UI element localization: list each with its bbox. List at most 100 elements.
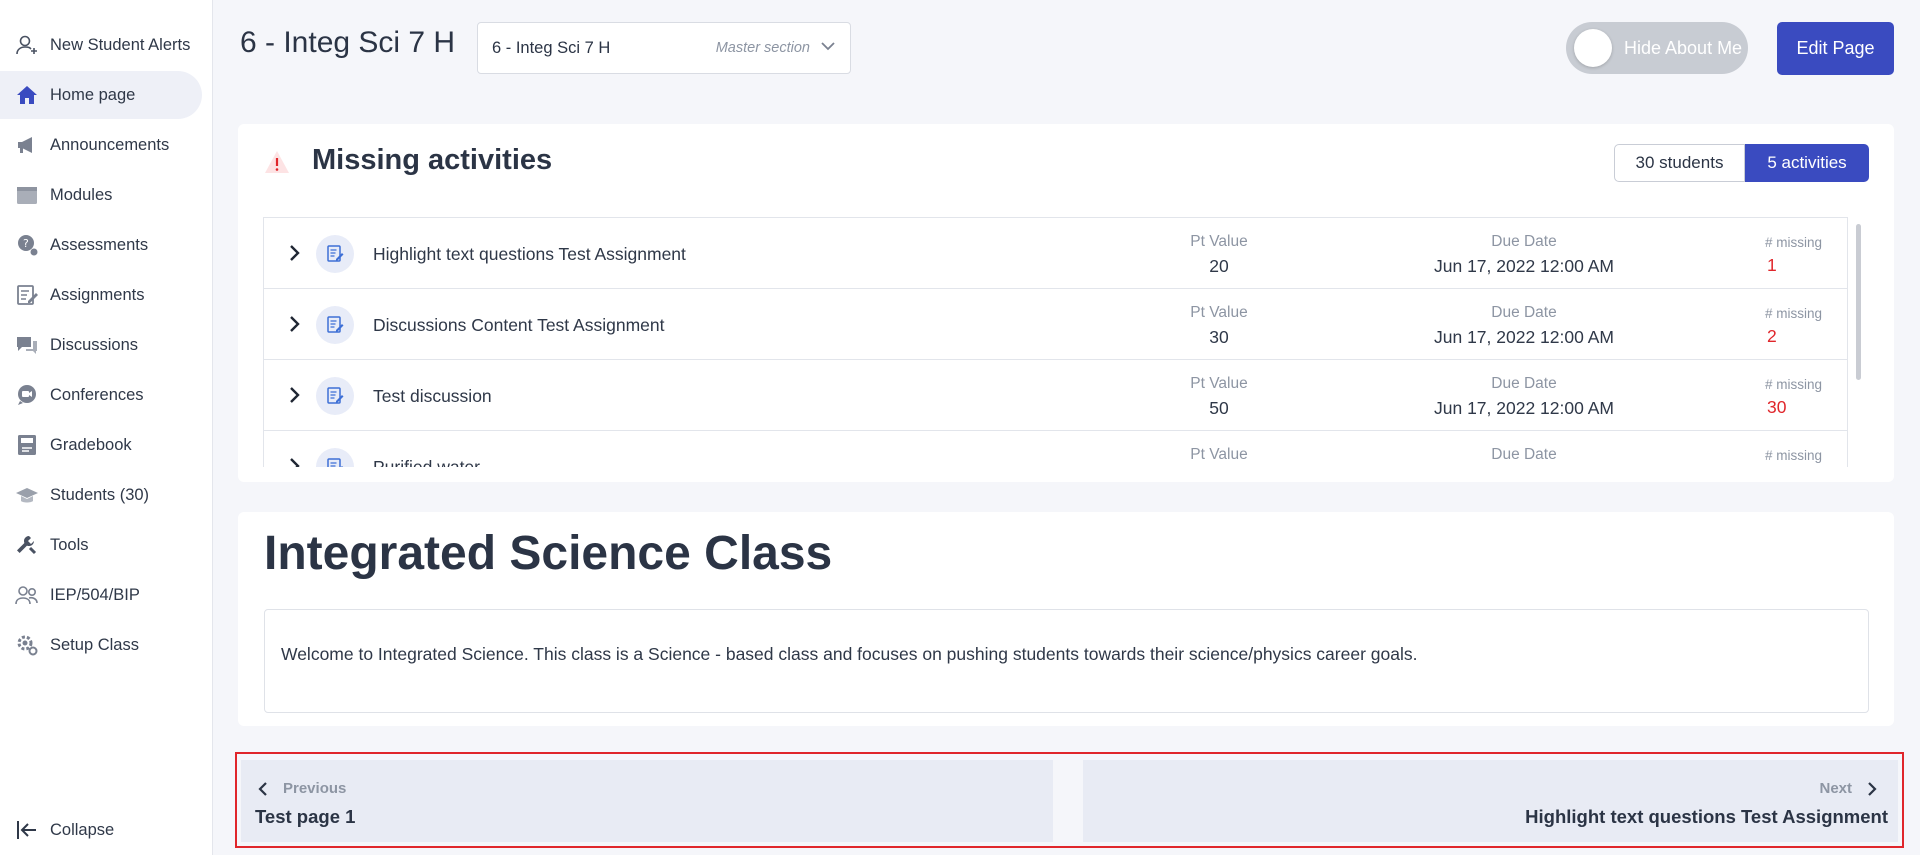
missing-count: 1	[1767, 255, 1777, 275]
edit-page-button[interactable]: Edit Page	[1777, 22, 1894, 75]
missing-count-label: # missing	[1765, 306, 1823, 321]
next-label: Next	[1819, 780, 1852, 797]
chevron-right-icon[interactable]	[284, 313, 306, 335]
pt-value-label: Pt Value	[1190, 304, 1248, 321]
due-date: Jun 17, 2022 12:00 AM	[1434, 398, 1614, 418]
chevron-right-icon[interactable]	[284, 242, 306, 264]
table-scrollbar[interactable]	[1856, 224, 1861, 380]
class-title: Integrated Science Class	[264, 527, 833, 580]
sidebar-item-announcements[interactable]: Announcements	[0, 121, 202, 169]
sidebar-item-label: Conferences	[50, 385, 144, 404]
chevron-down-icon	[820, 38, 836, 59]
chevron-right-icon[interactable]	[284, 384, 306, 406]
toggle-knob	[1574, 29, 1612, 67]
pt-value-label: Pt Value	[1190, 446, 1248, 463]
chevron-left-icon	[255, 780, 271, 803]
section-select-value: 6 - Integ Sci 7 H	[492, 38, 611, 57]
next-page-button[interactable]: Next Highlight text questions Test Assig…	[1083, 760, 1898, 842]
due-date: Jun 17, 2022 12:00 AM	[1434, 327, 1614, 347]
table-row[interactable]: Discussions Content Test Assignment Pt V…	[264, 289, 1847, 360]
sidebar-item-label: Setup Class	[50, 635, 139, 654]
students-segment-button[interactable]: 30 students	[1614, 144, 1745, 182]
previous-page-button[interactable]: Previous Test page 1	[241, 760, 1053, 842]
sidebar-item-assessments[interactable]: ? Assessments	[0, 221, 202, 269]
svg-text:?: ?	[23, 237, 29, 250]
page-navigation: Previous Test page 1 Next Highlight text…	[235, 752, 1904, 848]
assignment-icon	[316, 235, 354, 273]
sidebar-item-label: Home page	[50, 85, 136, 104]
missing-count-label: # missing	[1765, 377, 1823, 392]
previous-label: Previous	[283, 780, 347, 797]
activities-segment-button[interactable]: 5 activities	[1745, 144, 1869, 182]
previous-title: Test page 1	[255, 806, 356, 827]
missing-activities-table: Highlight text questions Test Assignment…	[263, 217, 1848, 467]
sidebar-item-modules[interactable]: Modules	[0, 171, 202, 219]
sidebar-item-home-page[interactable]: Home page	[0, 71, 202, 119]
sidebar-item-label: IEP/504/BIP	[50, 585, 140, 604]
warning-icon	[264, 150, 290, 174]
toggle-label: Hide About Me	[1624, 37, 1743, 58]
sidebar-item-label: Discussions	[50, 335, 139, 354]
class-description: Welcome to Integrated Science. This clas…	[281, 644, 1418, 664]
pt-value-label: Pt Value	[1190, 375, 1248, 392]
pt-value: 30	[1209, 327, 1229, 347]
sidebar-item-gradebook[interactable]: Gradebook	[0, 421, 202, 469]
table-row[interactable]: Test discussion Pt Value 50 Due Date Jun…	[264, 360, 1847, 431]
table-row[interactable]: Highlight text questions Test Assignment…	[264, 218, 1847, 289]
user-add-icon	[14, 32, 40, 58]
sidebar-item-discussions[interactable]: Discussions	[0, 321, 202, 369]
gear-icon	[14, 632, 40, 658]
due-date-label: Due Date	[1491, 233, 1557, 250]
missing-activities-title: Missing activities	[312, 144, 553, 176]
sidebar-item-iep[interactable]: IEP/504/BIP	[0, 571, 202, 619]
iep-icon	[14, 582, 40, 608]
section-select[interactable]: 6 - Integ Sci 7 H Master section	[477, 22, 851, 74]
assignment-icon	[316, 377, 354, 415]
missing-count: 30	[1767, 397, 1787, 417]
sidebar-item-label: Tools	[50, 535, 89, 554]
activity-name[interactable]: Discussions Content Test Assignment	[373, 315, 664, 336]
class-description-box: Welcome to Integrated Science. This clas…	[264, 609, 1869, 713]
collapse-label: Collapse	[50, 820, 115, 839]
sidebar-item-conferences[interactable]: Conferences	[0, 371, 202, 419]
sidebar-item-label: Gradebook	[50, 435, 132, 454]
assignment-icon	[316, 306, 354, 344]
assignment-icon	[316, 448, 354, 467]
conference-icon	[14, 382, 40, 408]
module-icon	[14, 182, 40, 208]
hide-about-me-toggle[interactable]: Hide About Me	[1566, 22, 1748, 74]
page-title: 6 - Integ Sci 7 H	[240, 26, 456, 59]
sidebar-item-tools[interactable]: Tools	[0, 521, 202, 569]
chevron-right-icon	[1864, 780, 1880, 803]
sidebar-item-setup-class[interactable]: Setup Class	[0, 621, 202, 669]
section-select-hint: Master section	[715, 40, 810, 56]
chevron-right-icon[interactable]	[284, 455, 306, 467]
students-icon	[14, 482, 40, 508]
gradebook-icon	[14, 432, 40, 458]
megaphone-icon	[14, 132, 40, 158]
due-date-label: Due Date	[1491, 446, 1557, 463]
activity-name[interactable]: Test discussion	[373, 386, 492, 407]
sidebar-item-label: New Student Alerts	[50, 35, 191, 54]
discussion-icon	[14, 332, 40, 358]
sidebar-item-students[interactable]: Students (30)	[0, 471, 202, 519]
activity-name[interactable]: Highlight text questions Test Assignment	[373, 244, 686, 265]
due-date-label: Due Date	[1491, 304, 1557, 321]
collapse-button[interactable]: Collapse	[0, 812, 202, 848]
pt-value: 20	[1209, 256, 1229, 276]
assessment-icon: ?	[14, 232, 40, 258]
sidebar-item-label: Assignments	[50, 285, 145, 304]
sidebar-item-label: Modules	[50, 185, 113, 204]
sidebar-item-assignments[interactable]: Assignments	[0, 271, 202, 319]
table-row[interactable]: Purified water Pt Value Due Date # missi…	[264, 431, 1847, 467]
due-date: Jun 17, 2022 12:00 AM	[1434, 256, 1614, 276]
due-date-label: Due Date	[1491, 375, 1557, 392]
tools-icon	[14, 532, 40, 558]
missing-count-label: # missing	[1765, 448, 1823, 463]
home-icon	[14, 82, 40, 108]
collapse-icon	[14, 817, 40, 843]
sidebar-item-label: Students (30)	[50, 485, 150, 504]
sidebar-item-new-student-alerts[interactable]: New Student Alerts	[0, 21, 202, 69]
activity-name[interactable]: Purified water	[373, 457, 480, 467]
pt-value: 50	[1209, 398, 1229, 418]
